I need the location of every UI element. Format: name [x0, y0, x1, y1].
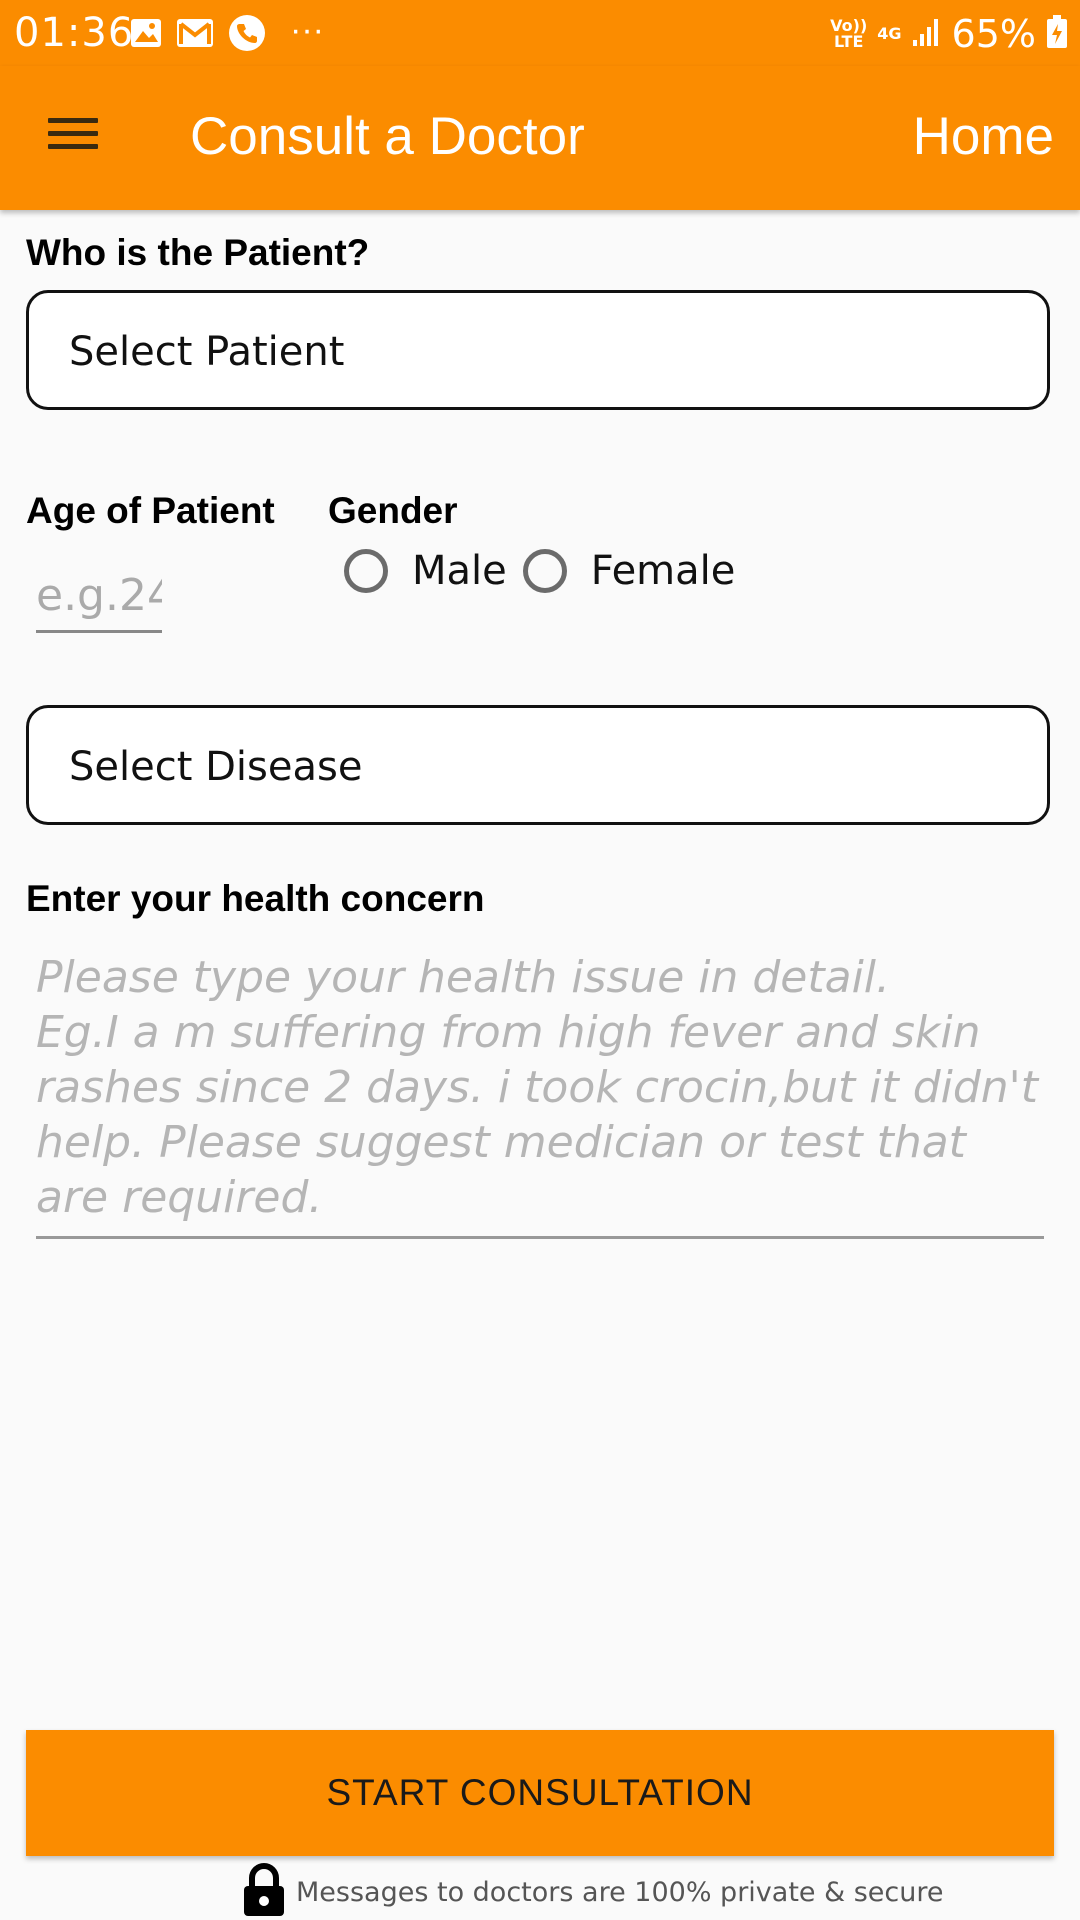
- radio-unchecked-icon: [344, 549, 388, 593]
- notification-icons: ···: [130, 11, 324, 57]
- consult-screen: 01:36 ··· Vo)) LTE 4G 65% Consult a Doct…: [0, 0, 1080, 1920]
- privacy-note-text: Messages to doctors are 100% private & s…: [296, 1877, 944, 1908]
- health-concern-label: Enter your health concern: [26, 878, 485, 919]
- health-concern-input[interactable]: [36, 950, 1044, 1239]
- lock-icon: [240, 1862, 296, 1920]
- gender-male-label: Male: [412, 548, 507, 594]
- gender-male-radio[interactable]: Male: [344, 548, 507, 594]
- select-disease-text: Select Disease: [69, 744, 363, 790]
- select-patient-dropdown[interactable]: Select Patient: [26, 290, 1050, 410]
- gallery-icon: [130, 18, 162, 53]
- gender-radio-group: Male Female: [344, 548, 751, 594]
- signal-icon: [912, 16, 942, 52]
- gender-female-label: Female: [590, 548, 736, 594]
- battery-percent: 65%: [951, 12, 1036, 56]
- age-input[interactable]: [36, 560, 162, 633]
- battery-icon: [1046, 15, 1068, 53]
- more-notifications-icon: ···: [290, 11, 324, 49]
- system-indicators: Vo)) LTE 4G 65%: [830, 12, 1068, 56]
- hamburger-menu-icon[interactable]: [40, 110, 106, 166]
- gender-label: Gender: [328, 490, 458, 531]
- radio-unchecked-icon: [522, 549, 567, 593]
- home-button[interactable]: Home: [913, 106, 1054, 167]
- patient-label: Who is the Patient?: [26, 232, 370, 273]
- status-bar: 01:36 ··· Vo)) LTE 4G 65%: [0, 0, 1080, 66]
- privacy-note: Messages to doctors are 100% private & s…: [240, 1862, 944, 1920]
- gender-female-radio[interactable]: Female: [522, 548, 736, 594]
- volte-icon: Vo)) LTE: [830, 16, 868, 51]
- gmail-icon: [176, 18, 214, 53]
- select-disease-dropdown[interactable]: Select Disease: [26, 705, 1050, 825]
- network-4g-icon: 4G: [877, 24, 902, 43]
- age-label: Age of Patient: [26, 490, 275, 531]
- select-patient-text: Select Patient: [69, 329, 345, 375]
- status-time: 01:36: [14, 10, 135, 56]
- app-bar: Consult a Doctor Home: [0, 66, 1080, 210]
- page-title: Consult a Doctor: [190, 107, 585, 166]
- start-consultation-button[interactable]: START CONSULTATION: [26, 1730, 1054, 1856]
- phone-icon: [228, 14, 266, 57]
